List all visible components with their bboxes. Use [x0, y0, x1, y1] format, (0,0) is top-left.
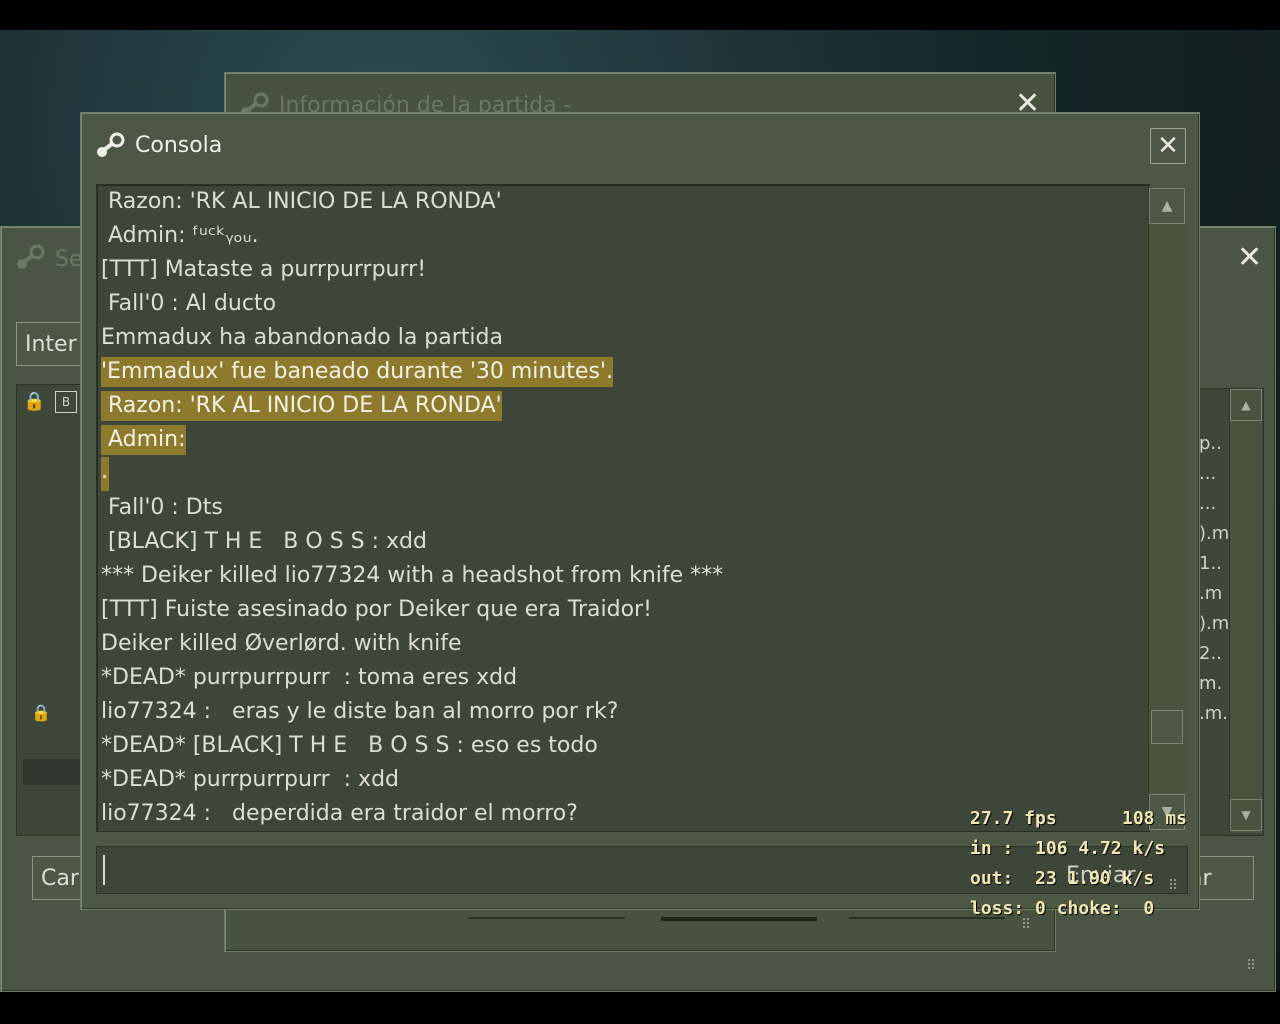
- steam-icon: [17, 244, 45, 269]
- list-item[interactable]: m.: [1199, 669, 1229, 699]
- window-title: Se: [55, 247, 83, 272]
- resize-grip-icon[interactable]: ⠿: [1246, 958, 1256, 974]
- close-icon: ✕: [1157, 131, 1179, 161]
- resize-grip-icon[interactable]: ⠿: [1168, 878, 1178, 894]
- scroll-up-button[interactable]: ▲: [1149, 188, 1185, 224]
- log-line-selected: 'Emmadux' fue baneado durante '30 minute…: [101, 357, 613, 387]
- resize-grip-icon[interactable]: ⠿: [1021, 917, 1031, 933]
- list-item[interactable]: 2..: [1199, 639, 1229, 669]
- log-line-selected: Razon: 'RK AL INICIO DE LA RONDA': [101, 391, 502, 421]
- log-line: [BLACK] T H E B O S S : xdd: [101, 529, 427, 554]
- server-list-left: 🔒 B 🔒: [16, 384, 84, 836]
- net-loss: loss: 0 choke: 0: [970, 898, 1155, 919]
- console-scrollbar[interactable]: ▲ ▼: [1148, 186, 1185, 830]
- log-line: *DEAD* [BLACK] T H E B O S S : eso es to…: [101, 733, 598, 758]
- log-line: *DEAD* purrpurrpurr : toma eres xdd: [101, 665, 518, 690]
- close-button[interactable]: ✕: [1150, 128, 1186, 164]
- log-line: [TTT] Fuiste asesinado por Deiker que er…: [101, 597, 652, 622]
- log-line: *DEAD* purrpurrpurr : xdd: [101, 767, 399, 792]
- net-latency: 108 ms: [1122, 808, 1188, 829]
- letterbox-bar: [0, 990, 1280, 1024]
- server-list-right: p.. ... ... ).m 1.. .m ).m 2.. m. .m. ▲ …: [1198, 388, 1264, 836]
- log-line: lio77324 : eras y le diste ban al morro …: [101, 699, 619, 724]
- net-out: out: 23 1.90 k/s: [970, 868, 1155, 889]
- net-fps: 27.7 fps: [970, 808, 1057, 829]
- log-line: Fall'0 : Al ducto: [101, 291, 277, 316]
- log-line: Admin: ᶠᵘᶜᵏᵧₒᵤ.: [101, 223, 259, 248]
- scroll-down-button[interactable]: ▼: [1230, 799, 1262, 831]
- list-item[interactable]: ...: [1199, 489, 1229, 519]
- log-line-selected: Admin:: [101, 425, 186, 455]
- lock-icon: 🔒: [23, 391, 46, 412]
- console-title: Consola: [135, 133, 223, 158]
- lock-icon: 🔒: [31, 703, 51, 722]
- log-line: Razon: 'RK AL INICIO DE LA RONDA': [101, 189, 502, 214]
- scrollbar[interactable]: ▲ ▼: [1229, 389, 1262, 833]
- steam-icon: [97, 132, 125, 157]
- log-line: Fall'0 : Dts: [101, 495, 223, 520]
- chevron-up-icon: ▲: [1161, 198, 1173, 214]
- list-item[interactable]: ).m: [1199, 519, 1229, 549]
- close-icon[interactable]: ✕: [1237, 243, 1262, 273]
- selected-row[interactable]: [23, 759, 83, 785]
- scroll-thumb[interactable]: [1151, 710, 1183, 744]
- log-line: Emmadux ha abandonado la partida: [101, 325, 503, 350]
- list-item[interactable]: p..: [1199, 429, 1229, 459]
- log-line: [TTT] Mataste a purrpurrpurr!: [101, 257, 427, 282]
- log-line-selected: .: [101, 457, 109, 491]
- list-item[interactable]: .m: [1199, 579, 1229, 609]
- log-line: Deiker killed Øverlørd. with knife: [101, 631, 462, 656]
- list-item[interactable]: .m.: [1199, 699, 1229, 729]
- scroll-up-button[interactable]: ▲: [1230, 389, 1262, 421]
- bots-icon: B: [55, 391, 77, 413]
- console-log: Razon: 'RK AL INICIO DE LA RONDA' Admin:…: [96, 184, 1150, 832]
- log-line: *** Deiker killed lio77324 with a headsh…: [101, 563, 724, 588]
- text-caret: [103, 855, 105, 885]
- list-item[interactable]: ).m: [1199, 609, 1229, 639]
- list-item[interactable]: ...: [1199, 459, 1229, 489]
- log-line: lio77324 : deperdida era traidor el morr…: [101, 801, 578, 826]
- net-in: in : 106 4.72 k/s: [970, 838, 1166, 859]
- list-item[interactable]: 1..: [1199, 549, 1229, 579]
